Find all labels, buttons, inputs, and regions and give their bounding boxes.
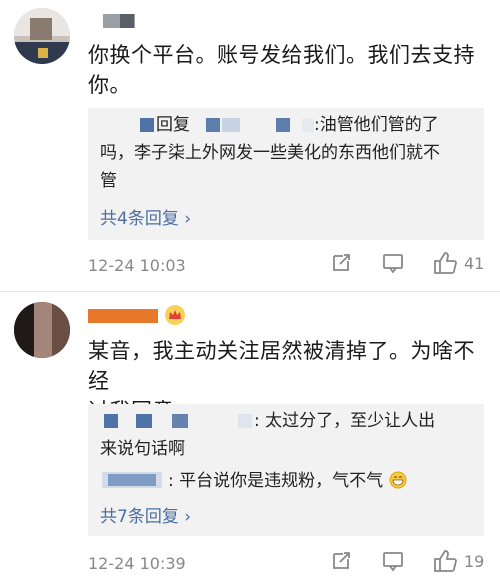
reply-preview[interactable]: 回复 :油管他们管的了 吗，李子柒上外网发一些美化的东西他们就不 管 共4条回复…	[88, 108, 484, 240]
view-replies-link[interactable]: 共7条回复 ›	[100, 502, 191, 527]
comment-text: 你换个平台。账号发给我们。我们去支持 你。	[88, 43, 475, 97]
crown-icon	[165, 305, 185, 325]
share-button[interactable]	[330, 252, 352, 274]
grin-emoji-icon	[389, 471, 407, 489]
reply-text-line2: 吗，李子柒上外网发一些美化的东西他们就不	[100, 143, 440, 163]
view-replies-link[interactable]: 共4条回复 ›	[100, 204, 191, 229]
share-button[interactable]	[330, 550, 352, 572]
reply-text-line3: 管	[100, 171, 117, 191]
like-icon	[434, 252, 457, 274]
comment-1: 你换个平台。账号发给我们。我们去支持 你。 回复 :油管他们管的了 吗，李子柒上…	[0, 0, 500, 290]
reply-preview[interactable]: : 太过分了，至少让人出 来说句话啊 : 平台说你是违规粉，气不气 共7条回复 …	[88, 404, 484, 536]
like-button[interactable]: 41	[432, 250, 484, 276]
comment-2: 某音，我主动关注居然被清掉了。为啥不经 过我同意 : 太过分了，至少让人出 来说…	[0, 292, 500, 585]
avatar[interactable]	[14, 302, 70, 358]
reply-text-line2: 来说句话啊	[100, 439, 185, 459]
avatar[interactable]	[14, 8, 70, 64]
reply-text: :油管他们管的了	[314, 115, 439, 135]
replier-name-blurred	[140, 118, 154, 132]
like-button[interactable]: 19	[432, 548, 484, 574]
reply-text: : 太过分了，至少让人出	[254, 411, 436, 431]
username-blurred[interactable]	[88, 309, 158, 323]
comment-icon	[383, 254, 403, 274]
timestamp: 12-24 10:03	[88, 256, 186, 275]
like-icon	[434, 550, 457, 572]
like-count: 19	[464, 551, 485, 571]
comment-button[interactable]	[382, 550, 404, 572]
share-icon	[333, 552, 350, 569]
share-icon	[333, 254, 350, 271]
reply-text-2: : 平台说你是违规粉，气不气	[168, 468, 407, 494]
comment-icon	[383, 552, 403, 572]
comment-button[interactable]	[382, 252, 404, 274]
like-count: 41	[464, 253, 485, 273]
timestamp: 12-24 10:39	[88, 554, 186, 573]
reply-label: 回复	[156, 115, 190, 135]
